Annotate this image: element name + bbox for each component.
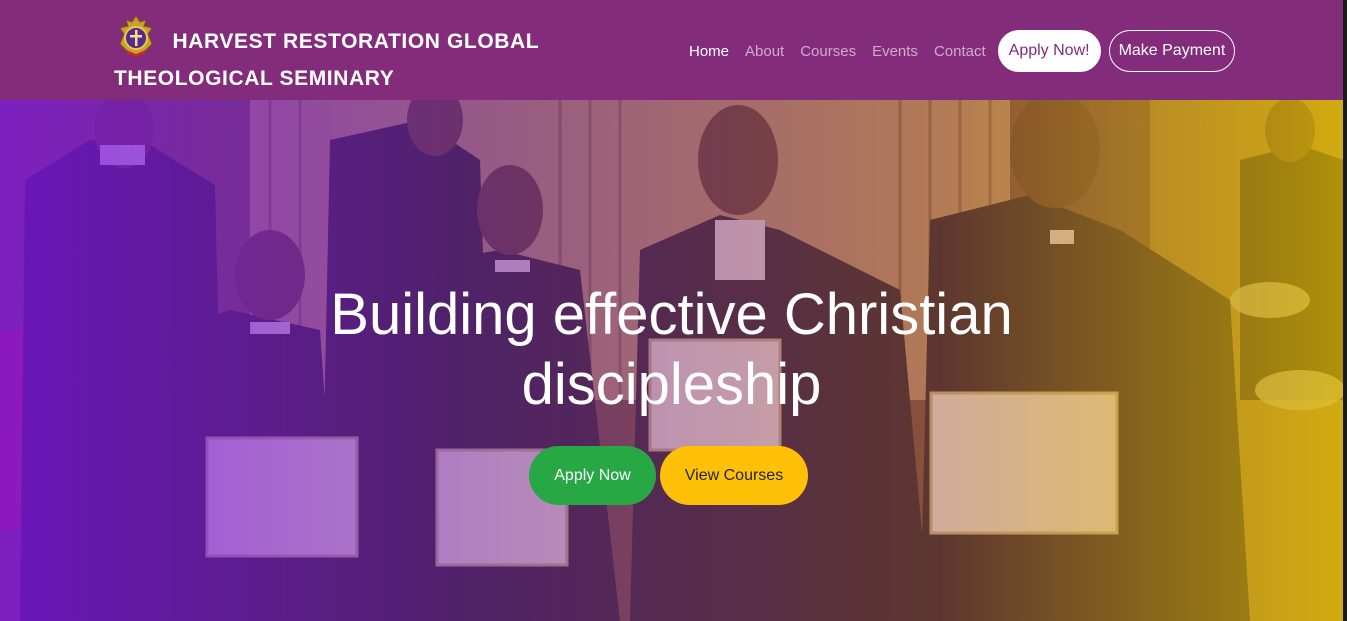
apply-now-button[interactable]: Apply Now bbox=[529, 446, 656, 505]
hero-title: Building effective Christian discipleshi… bbox=[0, 280, 1343, 420]
view-courses-button[interactable]: View Courses bbox=[660, 446, 808, 505]
seminary-crest-icon bbox=[119, 15, 153, 57]
brand-name-line2[interactable]: THEOLOGICAL SEMINARY bbox=[114, 60, 554, 97]
window-edge bbox=[1343, 0, 1347, 621]
nav-courses[interactable]: Courses bbox=[792, 43, 864, 60]
hero-title-line2: discipleship bbox=[521, 352, 822, 417]
nav-home[interactable]: Home bbox=[681, 43, 737, 60]
hero-section: Building effective Christian discipleshi… bbox=[0, 100, 1343, 621]
brand[interactable]: HARVEST RESTORATION GLOBAL THEOLOGICAL S… bbox=[114, 14, 554, 97]
hero-actions: Apply Now View Courses bbox=[529, 446, 808, 505]
apply-now-nav-button[interactable]: Apply Now! bbox=[997, 30, 1101, 72]
make-payment-button[interactable]: Make Payment bbox=[1108, 30, 1236, 72]
nav-about[interactable]: About bbox=[737, 43, 792, 60]
hero-title-line1: Building effective Christian bbox=[330, 282, 1013, 347]
nav-events[interactable]: Events bbox=[864, 43, 926, 60]
site-header: HARVEST RESTORATION GLOBAL THEOLOGICAL S… bbox=[0, 0, 1347, 100]
brand-name-line1[interactable]: HARVEST RESTORATION GLOBAL bbox=[172, 30, 539, 53]
nav-contact[interactable]: Contact bbox=[926, 43, 994, 60]
main-nav: Home About Courses Events Contact Apply … bbox=[681, 30, 1236, 72]
